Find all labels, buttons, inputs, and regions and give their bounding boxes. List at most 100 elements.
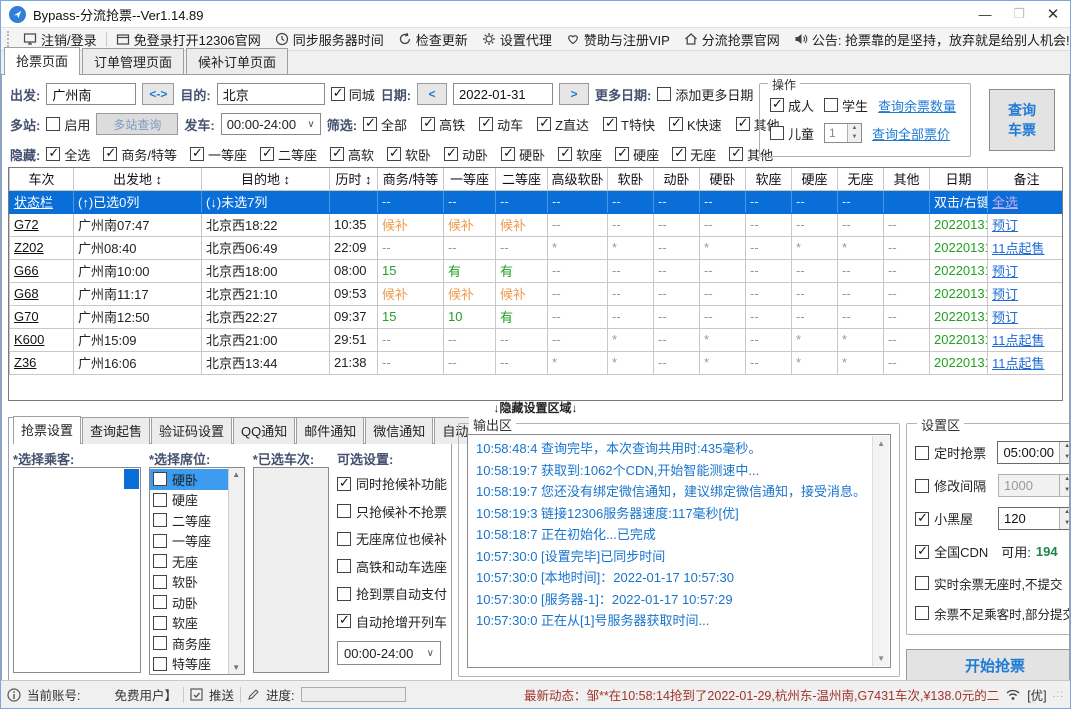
- cdn-checkbox[interactable]: [915, 543, 930, 559]
- toolbar-item[interactable]: 注销/登录: [16, 30, 104, 49]
- toolbar-item[interactable]: 免登录打开12306官网: [109, 30, 268, 49]
- checkbox[interactable]: [46, 145, 61, 161]
- student-checkbox[interactable]: 学生: [824, 96, 868, 115]
- column-header[interactable]: 无座: [837, 168, 884, 191]
- hide-checkbox[interactable]: 软卧: [387, 145, 431, 164]
- multi-enable-checkbox[interactable]: 启用: [46, 115, 90, 134]
- table-cell[interactable]: 11点起售: [987, 350, 1062, 375]
- checkbox[interactable]: [558, 145, 573, 161]
- query-tickets-button[interactable]: 查询 车票: [989, 89, 1055, 151]
- toolbar-item[interactable]: 公告: 抢票靠的是坚持，放弃就是给别人机会!: [787, 30, 1071, 49]
- grab-option-checkbox[interactable]: 自动抢增开列车: [336, 608, 447, 636]
- seat-option[interactable]: 一等座: [150, 531, 228, 552]
- checkbox[interactable]: [336, 531, 351, 546]
- hide-checkbox[interactable]: 商务/特等: [103, 145, 177, 164]
- table-cell[interactable]: 预订: [987, 212, 1062, 237]
- stepper-buttons[interactable]: ▲ ▼: [1059, 442, 1069, 463]
- table-cell[interactable]: 状态栏: [9, 189, 74, 214]
- checkbox[interactable]: [479, 115, 494, 131]
- train-row[interactable]: G70 广州南12:50 北京西22:27 09:37 15 10 有 -- -- -- -- -- -…: [9, 304, 1062, 329]
- book-link[interactable]: 11点起售: [992, 241, 1045, 256]
- setting-stepper[interactable]: 120 ▲ ▼: [998, 507, 1069, 530]
- book-link[interactable]: 11点起售: [992, 356, 1045, 371]
- checkbox[interactable]: [153, 595, 167, 610]
- checkbox[interactable]: [330, 85, 345, 101]
- book-link[interactable]: 预订: [992, 264, 1018, 279]
- query-prices-link[interactable]: 查询全部票价: [872, 124, 950, 143]
- minimize-button[interactable]: —: [968, 1, 1002, 27]
- status-row[interactable]: 状态栏 (↑)已选0列 (↓)未选7列 -- -- -- -- -- -- -- -- -- -- 双击/…: [9, 189, 1062, 214]
- train-number-link[interactable]: G66: [14, 263, 39, 278]
- settings-tab[interactable]: QQ通知: [233, 417, 296, 444]
- seat-option[interactable]: 软座: [150, 613, 228, 634]
- column-header[interactable]: 日期: [929, 168, 988, 191]
- grab-option-checkbox[interactable]: 同时抢候补功能: [336, 470, 447, 498]
- start-grab-button[interactable]: 开始抢票: [906, 649, 1069, 680]
- seat-scrollbar[interactable]: ▲ ▼: [227, 468, 244, 674]
- checkbox[interactable]: [153, 615, 167, 630]
- book-link[interactable]: 预订: [992, 218, 1018, 233]
- swap-stations-button[interactable]: <->: [142, 83, 175, 105]
- column-header[interactable]: 备注: [987, 168, 1062, 191]
- stepper-buttons[interactable]: ▲ ▼: [1059, 475, 1069, 496]
- column-header[interactable]: 高级软卧: [547, 168, 608, 191]
- seat-option[interactable]: 特等座: [150, 654, 228, 675]
- table-cell[interactable]: K600: [9, 327, 74, 352]
- setting-stepper[interactable]: 05:00:00 ▲ ▼: [997, 441, 1069, 464]
- checkbox[interactable]: [444, 145, 459, 161]
- hide-checkbox[interactable]: 二等座: [260, 145, 317, 164]
- train-row[interactable]: Z202 广州08:40 北京西06:49 22:09 -- -- -- * * -- * -- * * -…: [9, 235, 1062, 260]
- column-header[interactable]: 软座: [745, 168, 792, 191]
- checkbox[interactable]: [915, 576, 930, 590]
- filter-checkbox[interactable]: T特快: [603, 115, 655, 134]
- train-number-link[interactable]: Z202: [14, 240, 44, 255]
- checkbox[interactable]: [336, 475, 351, 491]
- multi-query-button[interactable]: 多站查询: [96, 113, 179, 135]
- seat-option[interactable]: 软卧: [150, 572, 228, 593]
- checkbox[interactable]: [103, 145, 118, 161]
- depart-input[interactable]: 广州南: [46, 83, 137, 105]
- settings-tab[interactable]: 邮件通知: [296, 417, 365, 444]
- train-number-link[interactable]: Z36: [14, 355, 36, 370]
- hide-checkbox[interactable]: 软座: [558, 145, 602, 164]
- table-cell[interactable]: 11点起售: [987, 235, 1062, 260]
- column-header[interactable]: 一等座: [443, 168, 496, 191]
- checkbox[interactable]: [824, 98, 839, 112]
- child-checkbox[interactable]: 儿童: [770, 124, 814, 143]
- checkbox[interactable]: [336, 504, 351, 519]
- settings-tab[interactable]: 抢票设置: [13, 416, 82, 444]
- seat-option[interactable]: 无座: [150, 551, 228, 572]
- book-link[interactable]: 11点起售: [992, 333, 1045, 348]
- hide-checkbox[interactable]: 动卧: [444, 145, 488, 164]
- book-link[interactable]: 预订: [992, 310, 1018, 325]
- checkbox[interactable]: [915, 510, 930, 526]
- passenger-listbox[interactable]: [13, 467, 141, 673]
- maximize-button[interactable]: ❐: [1002, 1, 1036, 27]
- checkbox[interactable]: [669, 115, 683, 131]
- checkbox[interactable]: [336, 586, 351, 601]
- column-header[interactable]: 出发地 ↕: [73, 168, 202, 191]
- push-label[interactable]: 推送: [209, 685, 234, 704]
- settings-tab[interactable]: 微信通知: [365, 417, 434, 444]
- settings-tab[interactable]: 验证码设置: [151, 417, 233, 444]
- checkbox[interactable]: [153, 554, 167, 569]
- toolbar-item[interactable]: 分流抢票官网: [677, 30, 787, 49]
- grab-option-checkbox[interactable]: 只抢候补不抢票: [336, 498, 447, 526]
- checkbox[interactable]: [330, 145, 345, 161]
- filter-checkbox[interactable]: K快速: [669, 115, 722, 134]
- checkbox[interactable]: [603, 115, 618, 131]
- table-cell[interactable]: Z202: [9, 235, 74, 260]
- column-header[interactable]: 历时 ↕: [329, 168, 378, 191]
- hide-checkbox[interactable]: 硬卧: [501, 145, 545, 164]
- train-row[interactable]: G68 广州南11:17 北京西21:10 09:53 候补 候补 候补 -- -- -- -- --…: [9, 281, 1062, 306]
- table-cell[interactable]: 预订: [987, 258, 1062, 283]
- setting-extra-checkbox[interactable]: 实时余票无座时,不提交: [915, 568, 1069, 598]
- checkbox[interactable]: [336, 559, 351, 574]
- filter-checkbox[interactable]: 全部: [363, 115, 407, 134]
- checkbox[interactable]: [387, 145, 402, 161]
- toolbar-item[interactable]: 赞助与注册VIP: [559, 30, 677, 49]
- checkbox[interactable]: [735, 115, 750, 131]
- page-tab[interactable]: 订单管理页面: [82, 48, 185, 75]
- prev-date-button[interactable]: <: [417, 83, 448, 105]
- table-cell[interactable]: 预订: [987, 281, 1062, 306]
